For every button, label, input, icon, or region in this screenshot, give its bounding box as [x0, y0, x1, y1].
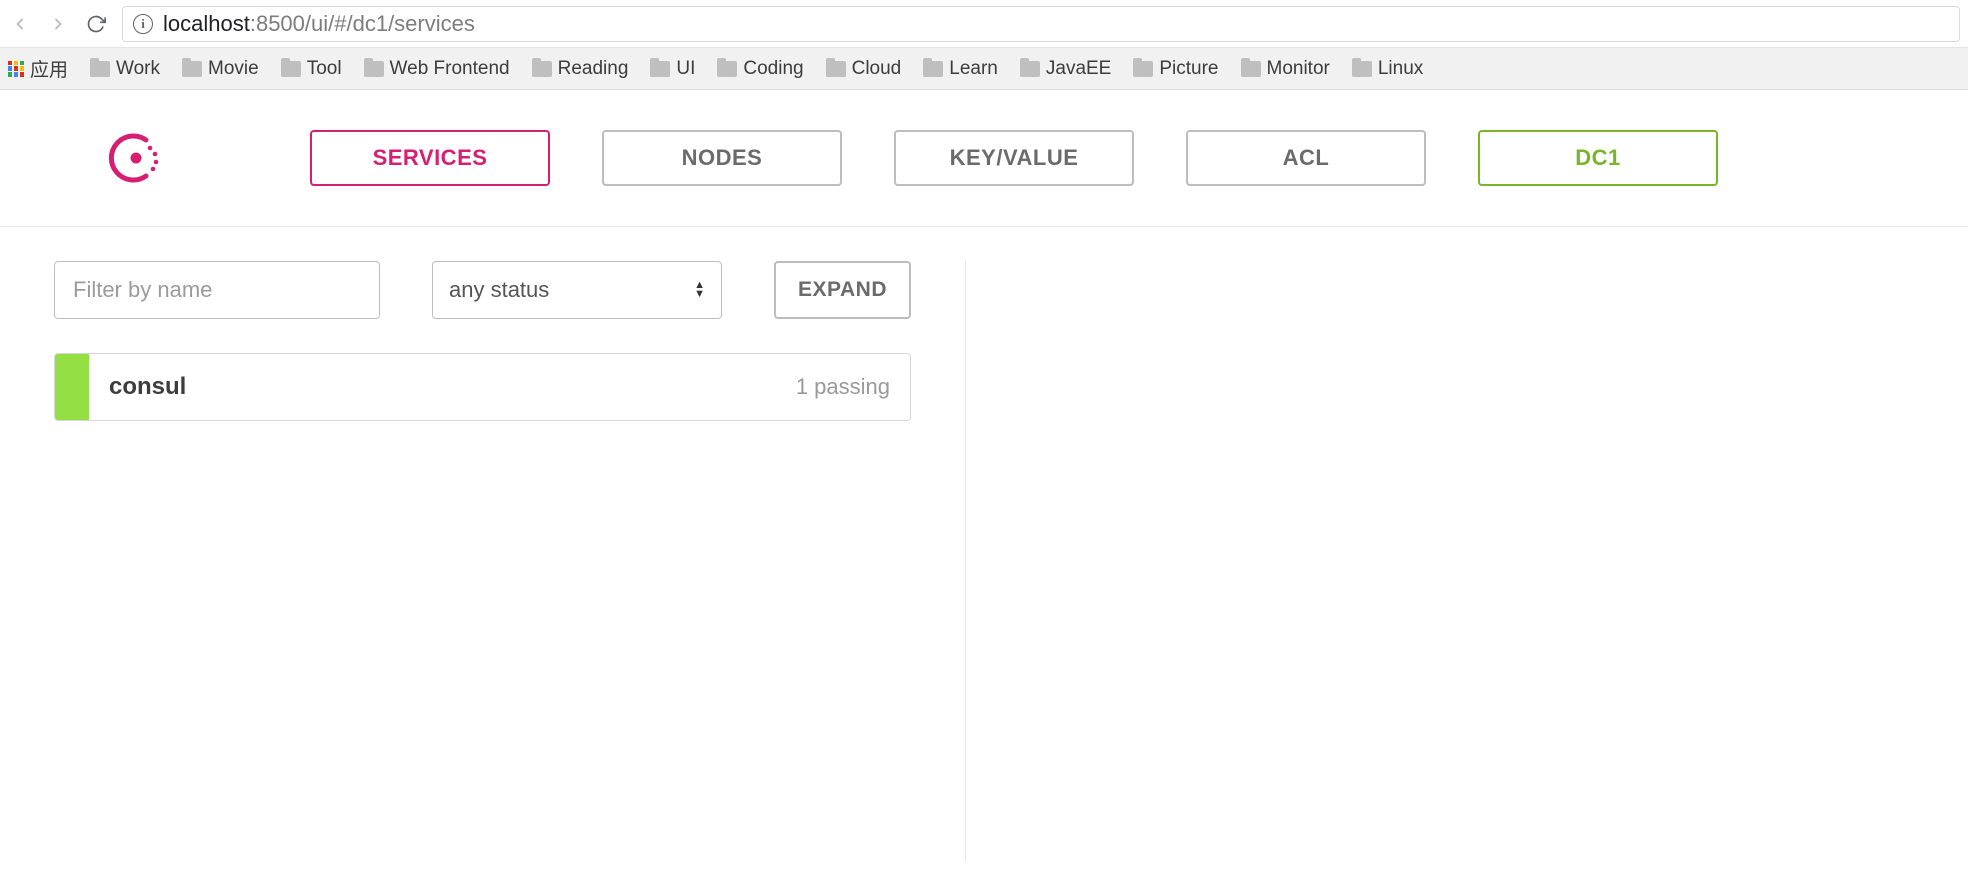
consul-logo-icon — [108, 130, 164, 186]
bookmark-folder[interactable]: Monitor — [1241, 58, 1330, 80]
nav-tabs: SERVICES NODES KEY/VALUE ACL DC1 — [310, 130, 1718, 186]
bookmark-label: Cloud — [852, 58, 902, 80]
service-passing-count: 1 passing — [796, 374, 890, 400]
status-selected-label: any status — [449, 277, 549, 303]
bookmark-label: Monitor — [1267, 58, 1330, 80]
service-body: consul 1 passing — [89, 354, 910, 420]
bookmark-label: Tool — [307, 58, 342, 80]
bookmark-label: Learn — [949, 58, 998, 80]
bookmark-folder[interactable]: Web Frontend — [364, 58, 510, 80]
url-host: localhost — [163, 11, 250, 36]
apps-label: 应用 — [30, 55, 68, 82]
tab-label: SERVICES — [373, 145, 488, 171]
tab-nodes[interactable]: NODES — [602, 130, 842, 186]
tab-label: ACL — [1283, 145, 1330, 171]
tab-label: DC1 — [1575, 145, 1621, 171]
bookmarks-bar: 应用 Work Movie Tool Web Frontend Reading … — [0, 48, 1968, 90]
folder-icon — [717, 61, 737, 77]
page-body: SERVICES NODES KEY/VALUE ACL DC1 any sta… — [0, 90, 1968, 861]
status-select[interactable]: any status ▲▼ — [432, 261, 722, 319]
bookmark-label: Movie — [208, 58, 259, 80]
bookmark-folder[interactable]: JavaEE — [1020, 58, 1111, 80]
apps-grid-icon — [8, 61, 24, 77]
tab-services[interactable]: SERVICES — [310, 130, 550, 186]
filter-name-input[interactable] — [54, 261, 380, 319]
folder-icon — [923, 61, 943, 77]
select-arrows-icon: ▲▼ — [694, 281, 705, 299]
folder-icon — [1133, 61, 1153, 77]
tab-datacenter[interactable]: DC1 — [1478, 130, 1718, 186]
folder-icon — [650, 61, 670, 77]
apps-button[interactable]: 应用 — [8, 55, 68, 82]
bookmark-folder[interactable]: Movie — [182, 58, 259, 80]
folder-icon — [1020, 61, 1040, 77]
folder-icon — [1352, 61, 1372, 77]
tab-acl[interactable]: ACL — [1186, 130, 1426, 186]
bookmark-label: UI — [676, 58, 695, 80]
folder-icon — [826, 61, 846, 77]
tab-keyvalue[interactable]: KEY/VALUE — [894, 130, 1134, 186]
bookmark-folder[interactable]: Reading — [532, 58, 629, 80]
bookmark-folder[interactable]: Coding — [717, 58, 803, 80]
browser-toolbar: i localhost:8500/ui/#/dc1/services — [0, 0, 1968, 48]
folder-icon — [1241, 61, 1261, 77]
bookmark-label: Linux — [1378, 58, 1423, 80]
folder-icon — [182, 61, 202, 77]
bookmark-folder[interactable]: Cloud — [826, 58, 902, 80]
site-info-icon[interactable]: i — [133, 14, 153, 34]
service-status-indicator — [55, 354, 89, 420]
services-column: any status ▲▼ EXPAND consul 1 passing — [54, 261, 966, 861]
bookmark-label: Coding — [743, 58, 803, 80]
bookmark-folder[interactable]: Work — [90, 58, 160, 80]
service-name: consul — [109, 373, 186, 401]
bookmark-folder[interactable]: Linux — [1352, 58, 1423, 80]
folder-icon — [281, 61, 301, 77]
bookmark-folder[interactable]: UI — [650, 58, 695, 80]
bookmark-label: Reading — [558, 58, 629, 80]
back-icon[interactable] — [8, 12, 32, 36]
top-nav: SERVICES NODES KEY/VALUE ACL DC1 — [0, 90, 1968, 227]
reload-icon[interactable] — [84, 12, 108, 36]
bookmark-label: Picture — [1159, 58, 1218, 80]
url-rest: :8500/ui/#/dc1/services — [250, 11, 475, 36]
service-row[interactable]: consul 1 passing — [54, 353, 911, 421]
bookmark-folder[interactable]: Learn — [923, 58, 998, 80]
bookmark-label: Work — [116, 58, 160, 80]
filter-row: any status ▲▼ EXPAND — [54, 261, 911, 319]
folder-icon — [90, 61, 110, 77]
bookmark-label: Web Frontend — [390, 58, 510, 80]
folder-icon — [364, 61, 384, 77]
content-panel: any status ▲▼ EXPAND consul 1 passing — [0, 227, 1968, 861]
tab-label: NODES — [682, 145, 763, 171]
bookmark-label: JavaEE — [1046, 58, 1111, 80]
tab-label: KEY/VALUE — [950, 145, 1079, 171]
expand-button[interactable]: EXPAND — [774, 261, 911, 319]
bookmark-folder[interactable]: Picture — [1133, 58, 1218, 80]
folder-icon — [532, 61, 552, 77]
forward-icon[interactable] — [46, 12, 70, 36]
address-bar[interactable]: i localhost:8500/ui/#/dc1/services — [122, 6, 1960, 42]
bookmark-folder[interactable]: Tool — [281, 58, 342, 80]
